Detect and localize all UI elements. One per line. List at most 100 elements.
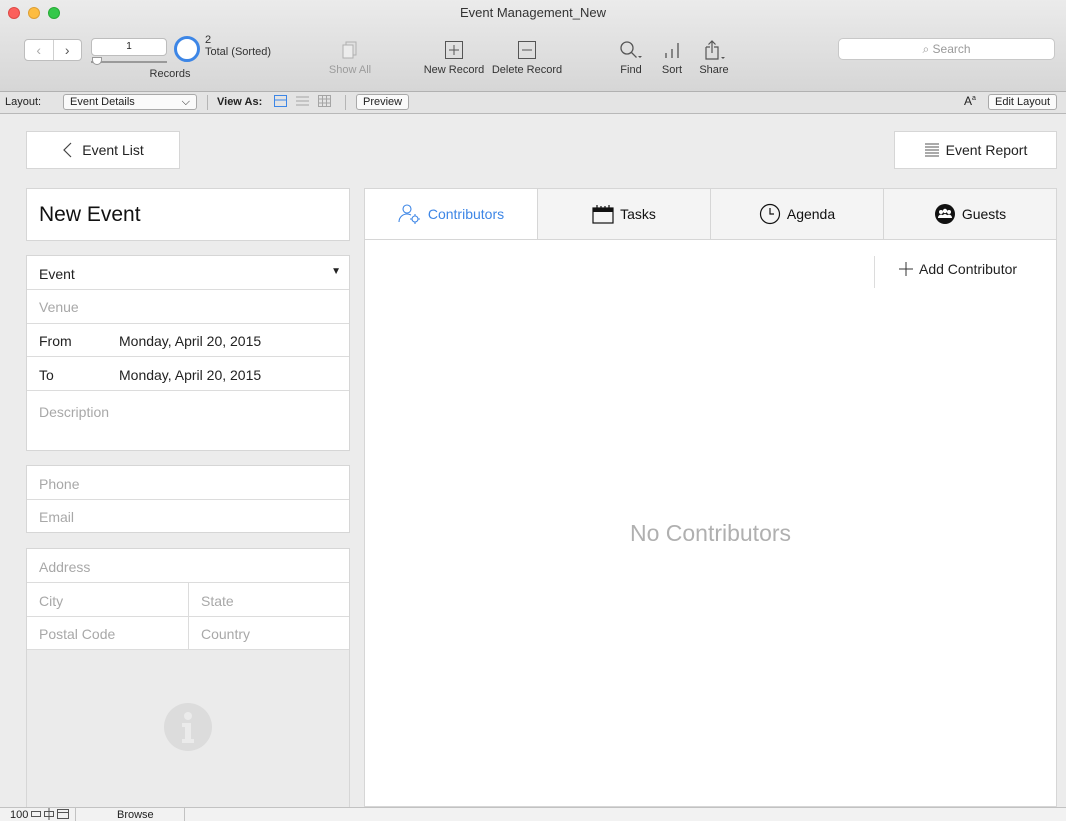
zoom-out-icon[interactable] (31, 808, 41, 821)
divider (188, 617, 189, 649)
dropdown-arrow-icon: ▼ (331, 266, 341, 277)
share-icon (695, 36, 733, 64)
address-field[interactable]: Address (27, 549, 349, 583)
window-title: Event Management_New (460, 5, 606, 20)
address-panel: Address City State Postal Code Country (26, 548, 350, 808)
postal-code-field[interactable]: Postal Code (39, 626, 115, 642)
country-field[interactable]: Country (201, 626, 250, 642)
find-button[interactable]: Find (614, 36, 648, 76)
total-sorted-label: Total (Sorted) (205, 46, 272, 58)
form-view-icon[interactable] (274, 95, 287, 110)
to-label: To (39, 367, 54, 383)
layout-dropdown-value: Event Details (70, 96, 135, 108)
event-report-button[interactable]: Event Report (894, 131, 1057, 169)
zoom-in-icon[interactable] (44, 808, 54, 821)
divider (345, 95, 346, 110)
share-label: Share (699, 64, 729, 76)
delete-record-icon (488, 36, 566, 64)
contributors-portal: Add Contributor No Contributors (364, 240, 1057, 807)
empty-state-message: No Contributors (629, 520, 792, 546)
description-placeholder: Description (39, 404, 110, 420)
city-state-row: City State (27, 583, 349, 617)
edit-layout-button[interactable]: Edit Layout (988, 94, 1058, 110)
tab-guests[interactable]: Guests (884, 189, 1056, 239)
info-icon (164, 703, 212, 751)
divider (184, 808, 185, 821)
sort-icon (656, 36, 688, 64)
description-field[interactable]: Description (27, 391, 349, 451)
email-placeholder: Email (39, 509, 75, 525)
record-number-input[interactable]: 1 (91, 38, 167, 56)
divider (188, 583, 189, 616)
tab-tasks-label: Tasks (620, 206, 656, 222)
to-date-row: To Monday, April 20, 2015 (27, 357, 349, 391)
from-date-field[interactable]: Monday, April 20, 2015 (119, 333, 261, 349)
tab-contributors[interactable]: Contributors (365, 189, 538, 239)
layout-bar: Layout: Event Details ⌵ View As: Preview… (0, 92, 1066, 114)
event-title: New Event (39, 203, 141, 226)
search-input[interactable]: ⌕ Search (838, 38, 1055, 60)
tab-agenda-label: Agenda (786, 206, 836, 222)
view-as-label: View As: (217, 96, 263, 108)
event-image-container[interactable] (27, 650, 349, 808)
city-field[interactable]: City (39, 593, 63, 609)
divider (874, 256, 875, 288)
state-field[interactable]: State (201, 593, 234, 609)
report-lines-icon (924, 143, 939, 157)
layout-dropdown[interactable]: Event Details ⌵ (63, 94, 197, 110)
from-date-row: From Monday, April 20, 2015 (27, 324, 349, 357)
divider (75, 808, 76, 821)
from-label: From (39, 333, 72, 349)
preview-button[interactable]: Preview (356, 94, 410, 110)
venue-placeholder: Venue (39, 299, 79, 315)
event-details-panel: Event ▼ Venue From Monday, April 20, 201… (26, 255, 350, 451)
search-placeholder: Search (932, 42, 971, 56)
next-record-icon[interactable]: › (54, 40, 82, 60)
clock-icon (759, 203, 780, 225)
show-all-button[interactable]: Show All (326, 36, 374, 76)
add-contributor-label: Add Contributor (919, 261, 1018, 277)
toggle-status-toolbar-icon[interactable] (57, 808, 69, 821)
event-type-dropdown[interactable]: Event ▼ (27, 256, 349, 290)
delete-record-button[interactable]: Delete Record (488, 36, 566, 76)
contributors-icon (398, 204, 420, 224)
record-slider-knob[interactable] (92, 57, 102, 65)
list-view-icon[interactable] (296, 95, 309, 110)
calendar-icon (592, 205, 614, 224)
event-list-button[interactable]: Event List (26, 131, 180, 169)
layout-content: Event List Event Report New Event Event … (0, 115, 1066, 808)
chevron-down-icon: ⌵ (181, 96, 190, 108)
record-slider-track[interactable] (91, 61, 167, 63)
add-contributor-button[interactable]: Add Contributor (899, 261, 1017, 277)
table-view-icon[interactable] (318, 95, 331, 110)
show-all-label: Show All (328, 64, 372, 76)
window-toolbar: Event Management_New ‹ › 1 Records 2 Tot… (0, 0, 1066, 92)
contact-panel: Phone Email (26, 465, 350, 533)
records-label: Records (149, 68, 191, 80)
event-title-field[interactable]: New Event (26, 188, 350, 241)
mode-popup[interactable]: Browse (117, 809, 154, 821)
people-icon (934, 204, 955, 224)
layout-label: Layout: (5, 96, 42, 108)
tab-agenda[interactable]: Agenda (711, 189, 884, 239)
record-nav-buttons: ‹ › (24, 39, 82, 61)
phone-field[interactable]: Phone (27, 466, 349, 500)
new-record-button[interactable]: New Record (421, 36, 487, 76)
event-type-value: Event (39, 266, 75, 282)
show-all-icon (326, 36, 374, 64)
status-bar: 100 Browse (0, 807, 1066, 821)
postal-country-row: Postal Code Country (27, 617, 349, 650)
find-label: Find (620, 64, 642, 76)
email-field[interactable]: Email (27, 500, 349, 533)
sort-button[interactable]: Sort (656, 36, 688, 76)
tab-tasks[interactable]: Tasks (538, 189, 711, 239)
venue-field[interactable]: Venue (27, 290, 349, 324)
previous-record-icon[interactable]: ‹ (25, 40, 54, 60)
tab-bar: Contributors Tasks Agenda Guests (364, 188, 1057, 240)
to-date-field[interactable]: Monday, April 20, 2015 (119, 367, 261, 383)
zoom-level[interactable]: 100 (10, 809, 28, 821)
chevron-left-icon (63, 142, 72, 158)
text-format-icon[interactable]: Aa (964, 94, 976, 108)
share-button[interactable]: Share (695, 36, 733, 76)
new-record-label: New Record (423, 64, 485, 76)
